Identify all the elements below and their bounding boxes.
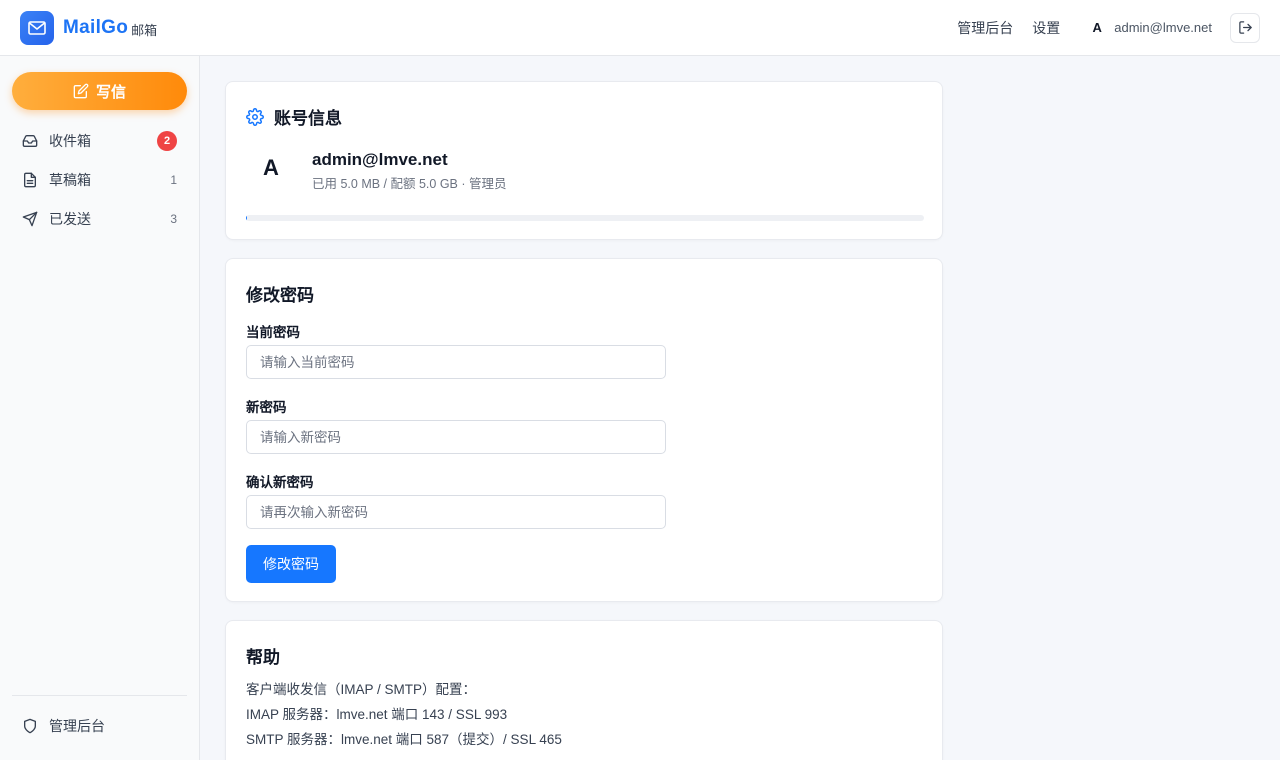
sidebar-item-label: 收件箱 <box>49 133 91 149</box>
brand-name[interactable]: MailGo <box>63 17 128 39</box>
new-password-input[interactable] <box>246 420 666 454</box>
edit-icon <box>73 83 89 99</box>
change-password-card: 修改密码 当前密码 新密码 确认新密码 修改密码 <box>225 258 943 602</box>
header-actions: 管理后台 设置 A admin@lmve.net <box>957 12 1260 43</box>
sidebar-item-label: 草稿箱 <box>49 172 91 188</box>
file-icon <box>24 172 36 188</box>
account-avatar: A <box>263 155 279 180</box>
new-password-label: 新密码 <box>246 400 287 415</box>
header-settings-link[interactable]: 设置 <box>1032 18 1060 38</box>
account-usage: 已用 5.0 MB / 配额 5.0 GB · 管理员 <box>312 177 507 191</box>
sidebar-item-inbox[interactable]: 收件箱 2 <box>12 123 187 159</box>
send-icon <box>22 211 38 227</box>
confirm-password-input[interactable] <box>246 495 666 529</box>
help-line: SMTP 服务器：lmve.net 端口 587（提交）/ SSL 465 <box>246 732 562 747</box>
logout-icon <box>1238 21 1252 34</box>
quota-progress-bar <box>246 215 924 221</box>
help-title: 帮助 <box>246 648 280 667</box>
user-avatar: A <box>1092 20 1102 35</box>
sent-count: 3 <box>170 212 177 226</box>
sidebar-item-label: 管理后台 <box>49 718 105 734</box>
sidebar-divider <box>12 695 187 696</box>
unread-badge: 2 <box>157 131 177 151</box>
change-password-button[interactable]: 修改密码 <box>246 545 336 583</box>
sidebar-item-admin[interactable]: 管理后台 <box>12 708 187 744</box>
help-line: 客户端收发信（IMAP / SMTP）配置： <box>246 682 477 697</box>
change-password-title: 修改密码 <box>246 286 314 305</box>
sidebar-item-drafts[interactable]: 草稿箱 1 <box>12 162 187 198</box>
compose-label: 写信 <box>95 83 126 101</box>
help-line: IMAP 服务器：lmve.net 端口 143 / SSL 993 <box>246 707 508 722</box>
sidebar-item-label: 已发送 <box>49 211 91 227</box>
drafts-count: 1 <box>170 173 177 187</box>
quota-progress-fill <box>246 215 247 221</box>
mail-logo-icon[interactable] <box>20 10 54 45</box>
sidebar-item-sent[interactable]: 已发送 3 <box>12 201 187 237</box>
brand-subtitle: 邮箱 <box>131 23 158 38</box>
inbox-icon <box>22 135 38 147</box>
compose-button[interactable]: 写信 <box>12 72 187 110</box>
top-header: MailGo 邮箱 管理后台 设置 A admin@lmve.net <box>0 0 1280 56</box>
gear-icon <box>246 107 264 126</box>
account-title: 账号信息 <box>274 109 342 128</box>
header-admin-link[interactable]: 管理后台 <box>957 18 1013 38</box>
logout-button[interactable] <box>1230 12 1260 43</box>
user-email: admin@lmve.net <box>1114 20 1212 35</box>
shield-icon <box>24 718 36 734</box>
help-card: 帮助 客户端收发信（IMAP / SMTP）配置： IMAP 服务器：lmve.… <box>225 620 943 760</box>
confirm-password-label: 确认新密码 <box>246 475 314 490</box>
account-title-row: 账号信息 <box>246 104 342 129</box>
current-password-input[interactable] <box>246 345 666 379</box>
sidebar: 写信 收件箱 2 草稿箱 1 已发送 3 管理后台 <box>0 56 200 760</box>
current-password-label: 当前密码 <box>246 325 300 340</box>
account-email: admin@lmve.net <box>312 150 448 169</box>
account-info-card: 账号信息 A admin@lmve.net 已用 5.0 MB / 配额 5.0… <box>225 81 943 240</box>
